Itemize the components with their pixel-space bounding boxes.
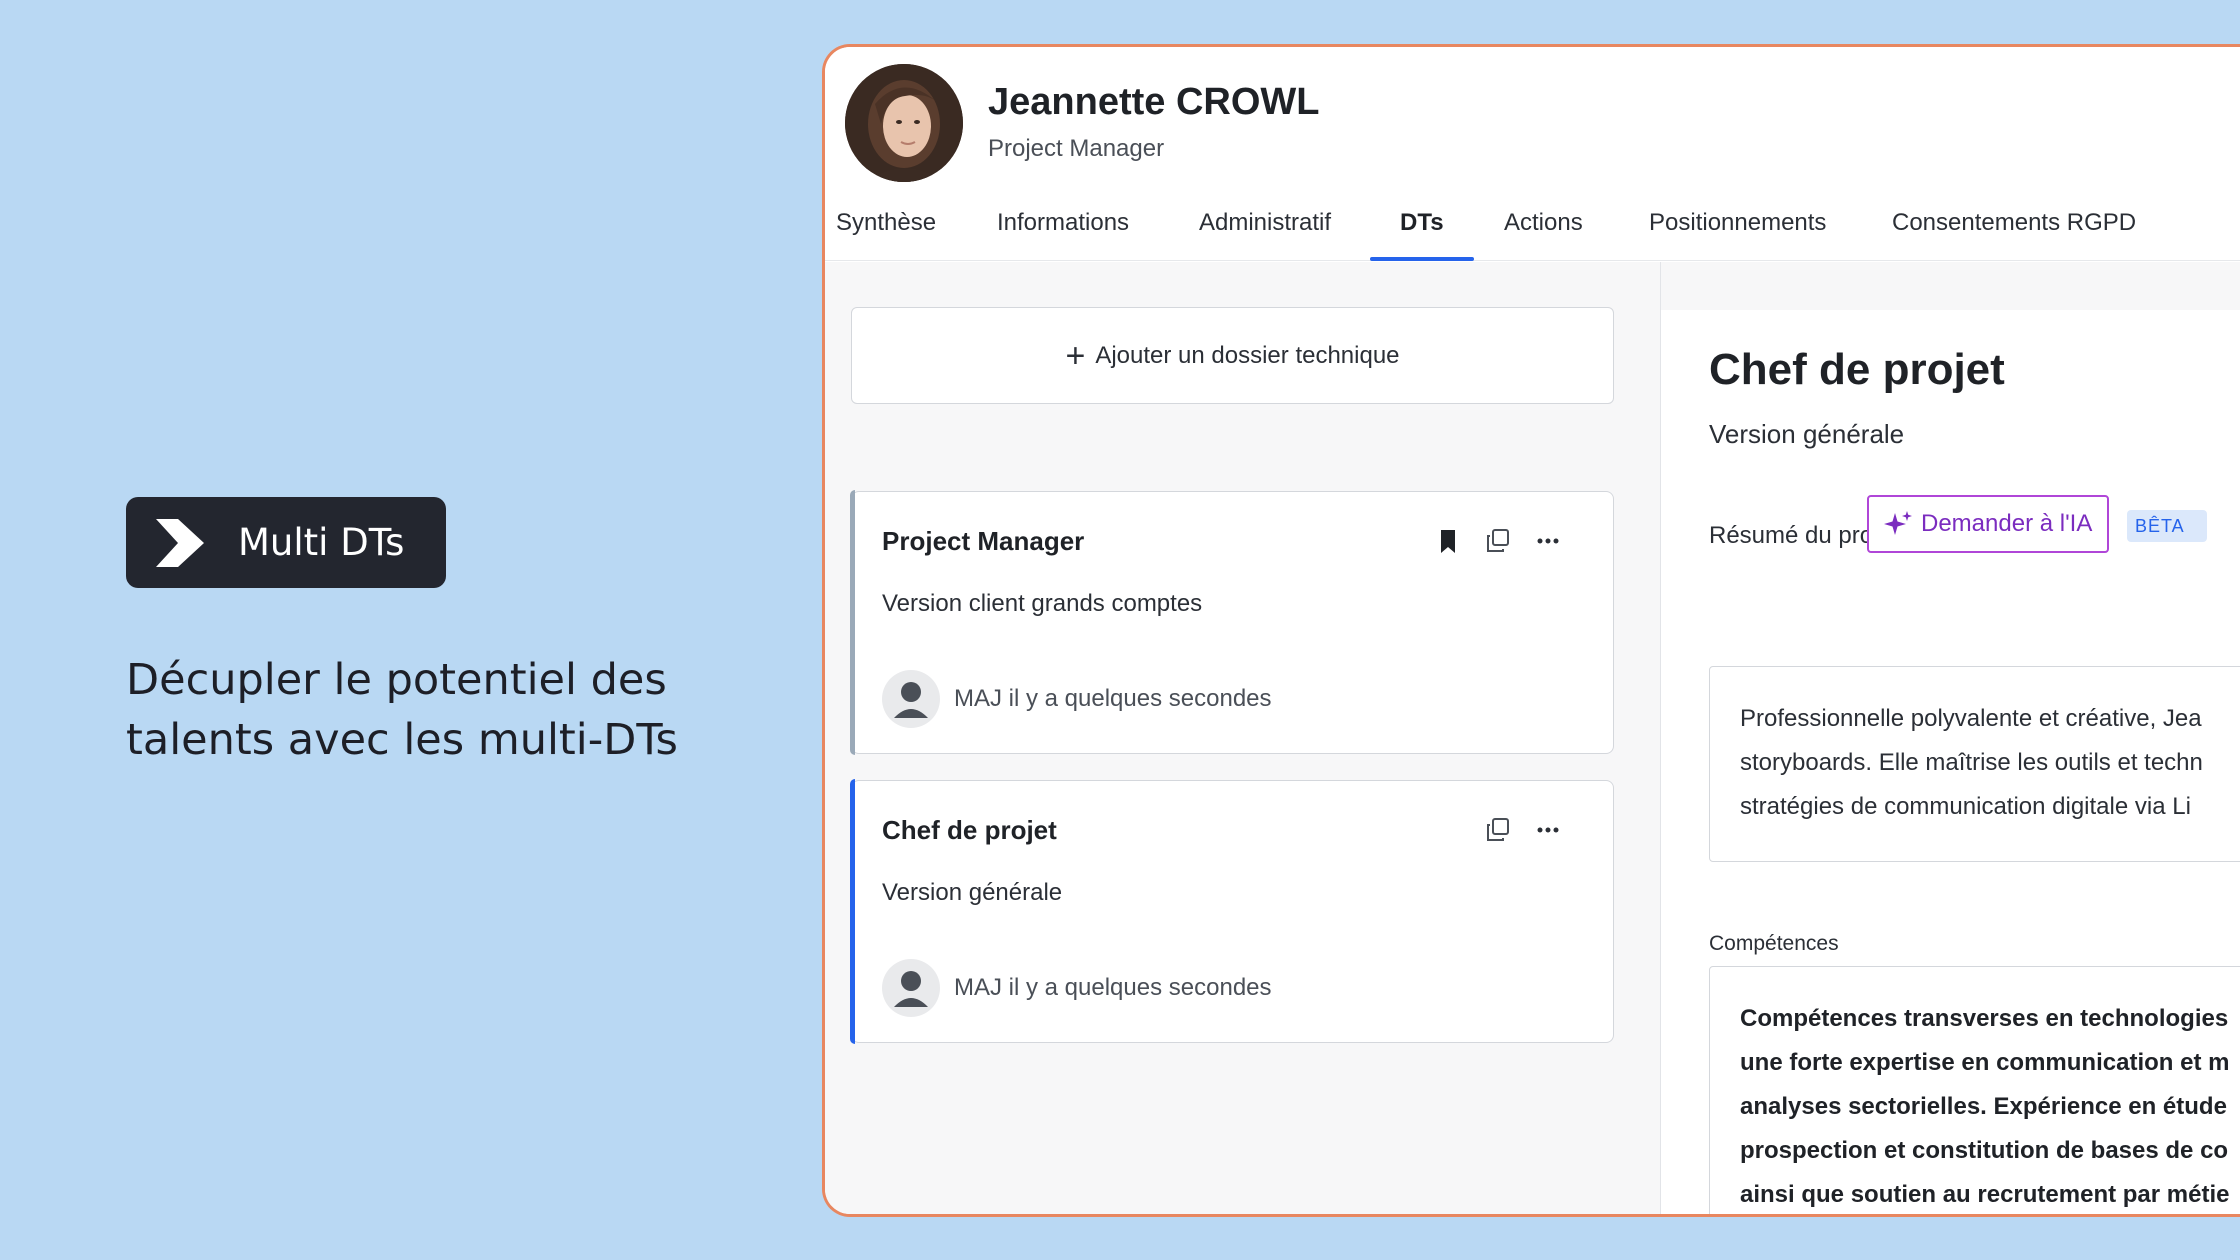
dt-detail-title: Chef de projet — [1709, 345, 2005, 394]
resume-label: Résumé du profil — [1709, 522, 1891, 549]
duplicate-icon[interactable] — [1483, 815, 1513, 845]
dt-card-actions — [1433, 526, 1563, 556]
skills-label: Compétences — [1709, 932, 1839, 955]
tab-informations[interactable]: Informations — [997, 209, 1129, 261]
dt-card-actions — [1483, 815, 1563, 845]
dt-card-subtitle: Version client grands comptes — [882, 590, 1203, 617]
ask-ai-label: Demander à l'IA — [1921, 510, 2093, 537]
skills-line: prospection et constitution de bases de … — [1740, 1137, 2229, 1164]
plus-icon: + — [1065, 336, 1086, 375]
dt-detail-panel: Chef de projet Version générale Résumé d… — [1661, 310, 2240, 1214]
app-window: Jeannette CROWL Project Manager Synthèse… — [822, 44, 2240, 1217]
dt-card-subtitle: Version générale — [882, 879, 1063, 906]
tab-consentements-rgpd[interactable]: Consentements RGPD — [1892, 209, 2136, 261]
bookmark-icon[interactable] — [1433, 526, 1463, 556]
summary-line: storyboards. Elle maîtrise les outils et… — [1740, 749, 2203, 776]
tagline-line-1: Décupler le potentiel des — [126, 655, 667, 705]
dt-card-title: Chef de projet — [882, 815, 1057, 845]
tab-positionnements[interactable]: Positionnements — [1649, 209, 1826, 261]
beta-badge: BÊTA — [2127, 510, 2207, 542]
dt-card-updated: MAJ il y a quelques secondes — [954, 685, 1272, 712]
user-avatar-icon — [882, 670, 940, 728]
tab-synthese[interactable]: Synthèse — [836, 209, 936, 261]
tab-administratif[interactable]: Administratif — [1199, 209, 1331, 261]
tagline-line-2: talents avec les multi-DTs — [126, 715, 678, 765]
avatar — [845, 64, 963, 182]
more-options-icon[interactable] — [1533, 526, 1563, 556]
profile-summary-field[interactable]: Professionnelle polyvalente et créative,… — [1709, 666, 2240, 862]
dt-card-project-manager[interactable]: Project Manager Version client grands co… — [850, 490, 1614, 755]
dt-card-updated: MAJ il y a quelques secondes — [954, 974, 1272, 1001]
skills-line: ainsi que soutien au recrutement par mét… — [1740, 1181, 2230, 1208]
sparkle-icon — [1884, 511, 1912, 535]
active-tab-indicator — [1370, 257, 1474, 261]
dt-detail-version: Version générale — [1709, 419, 1905, 449]
profile-header: Jeannette CROWL Project Manager Synthèse… — [825, 47, 2240, 261]
add-dossier-label: Ajouter un dossier technique — [1095, 341, 1400, 369]
skills-line: une forte expertise en communication et … — [1740, 1049, 2230, 1076]
dt-list-column: + Ajouter un dossier technique Project M… — [825, 262, 1660, 1214]
badge-label: Multi DTs — [238, 521, 405, 564]
profile-role: Project Manager — [988, 135, 1165, 162]
chevron-logo-icon — [156, 518, 204, 567]
more-options-icon[interactable] — [1533, 815, 1563, 845]
user-avatar-icon — [882, 959, 940, 1017]
tab-dts[interactable]: DTs — [1400, 209, 1444, 261]
tab-actions[interactable]: Actions — [1504, 209, 1583, 261]
tagline: Décupler le potentiel des talents avec l… — [126, 650, 686, 770]
summary-line: stratégies de communication digitale via… — [1740, 793, 2191, 820]
dt-card-chef-de-projet[interactable]: Chef de projet Version générale MAJ il y… — [850, 779, 1614, 1044]
profile-name: Jeannette CROWL — [988, 81, 1320, 123]
dt-card-title: Project Manager — [882, 526, 1085, 556]
add-dossier-button[interactable]: + Ajouter un dossier technique — [851, 307, 1614, 404]
summary-line: Professionnelle polyvalente et créative,… — [1740, 705, 2202, 732]
feature-badge: Multi DTs — [126, 497, 446, 588]
duplicate-icon[interactable] — [1483, 526, 1513, 556]
skills-field[interactable]: Compétences transverses en technologies … — [1709, 966, 2240, 1214]
dt-detail-column: Chef de projet Version générale Résumé d… — [1660, 262, 2240, 1214]
ask-ai-button[interactable]: Demander à l'IA — [1867, 495, 2109, 553]
skills-line: analyses sectorielles. Expérience en étu… — [1740, 1093, 2227, 1120]
skills-line: Compétences transverses en technologies — [1740, 1005, 2229, 1032]
